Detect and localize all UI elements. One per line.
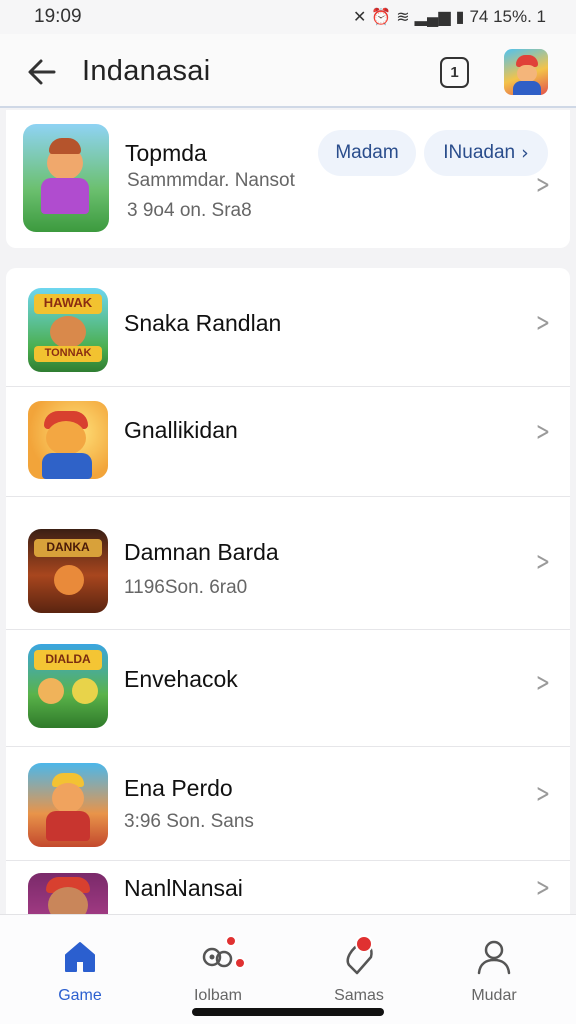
game-name: Topmda bbox=[125, 140, 207, 166]
madam-chip[interactable]: Madam bbox=[318, 130, 416, 176]
game-name: Damnan Barda bbox=[124, 539, 279, 565]
list-item[interactable]: Ena Perdo 3:96 Son. Sans > bbox=[6, 747, 570, 860]
icon-banner-text-bottom: TONNAK bbox=[44, 347, 92, 359]
chevron-right-icon: > bbox=[535, 547, 550, 577]
game-icon bbox=[28, 763, 108, 847]
battery-icon: ▮ bbox=[455, 9, 465, 26]
notification-badge bbox=[355, 935, 373, 953]
featured-game-card[interactable]: Topmda Sammmdar. Nansot 3 9o4 on. Sra8 M… bbox=[6, 110, 570, 248]
notification-badge bbox=[225, 935, 237, 947]
status-icons: ✕ ⏰ ≋ ▂▄▆ ▮ 74 15%. 1 bbox=[353, 7, 546, 27]
back-button[interactable] bbox=[22, 52, 62, 92]
nav-item-mudar[interactable]: Mudar bbox=[422, 915, 566, 1024]
home-icon bbox=[65, 942, 95, 972]
list-item[interactable]: DANKA Damnan Barda 1196Son. 6ra0 > bbox=[6, 497, 570, 629]
icon-banner-text: DANKA bbox=[46, 540, 90, 554]
game-name: Snaka Randlan bbox=[124, 310, 282, 336]
game-name: Gnallikidan bbox=[124, 417, 238, 443]
game-name: NanlNansai bbox=[124, 875, 243, 901]
nav-label: Game bbox=[58, 987, 102, 1004]
chevron-right-icon: > bbox=[535, 308, 550, 338]
status-time: 19:09 bbox=[34, 6, 82, 27]
signal-icon: ▂▄▆ bbox=[414, 9, 451, 26]
inuadan-chip-label: INuadan bbox=[443, 142, 516, 163]
app-bar: Indanasai 1 bbox=[0, 34, 576, 108]
alarm-icon: ⏰ bbox=[371, 9, 392, 26]
icon-banner-text: DIALDA bbox=[45, 652, 91, 666]
chevron-right-icon: > bbox=[535, 873, 550, 903]
wifi-icon: ≋ bbox=[396, 9, 410, 26]
game-meta: 1196Son. 6ra0 bbox=[124, 577, 248, 598]
chevron-right-icon: › bbox=[521, 142, 529, 164]
tabs-counter-button[interactable]: 1 bbox=[440, 57, 469, 88]
game-icon bbox=[28, 873, 108, 914]
game-name: Ena Perdo bbox=[124, 775, 233, 801]
nav-label: Mudar bbox=[471, 987, 517, 1004]
game-meta: 3:96 Son. Sans bbox=[124, 811, 254, 832]
list-item[interactable]: DIALDA Envehacok > bbox=[6, 630, 570, 746]
inuadan-chip[interactable]: INuadan › bbox=[424, 130, 548, 176]
chevron-right-icon: > bbox=[535, 170, 550, 200]
game-meta: 3 9o4 on. Sra8 bbox=[127, 200, 252, 221]
game-icon bbox=[28, 401, 108, 479]
nfc-icon: ✕ bbox=[352, 9, 367, 26]
game-icon: HAWAK TONNAK bbox=[28, 288, 108, 372]
nav-label: Iolbam bbox=[193, 987, 243, 1004]
chevron-right-icon: > bbox=[535, 668, 550, 698]
chevron-right-icon: > bbox=[535, 417, 550, 447]
chevron-right-icon: > bbox=[535, 779, 550, 809]
arrow-left-icon bbox=[28, 59, 56, 85]
game-icon-topmda bbox=[23, 124, 109, 232]
home-indicator[interactable] bbox=[192, 1008, 384, 1016]
list-item[interactable]: Gnallikidan > bbox=[6, 387, 570, 495]
notification-badge bbox=[234, 957, 246, 969]
game-icon: DANKA bbox=[28, 529, 108, 613]
icon-banner-text: HAWAK bbox=[43, 295, 93, 310]
person-icon bbox=[477, 940, 511, 975]
status-bar: 19:09 ✕ ⏰ ≋ ▂▄▆ ▮ 74 15%. 1 bbox=[0, 0, 576, 34]
battery-text: 74 15%. 1 bbox=[469, 7, 546, 26]
game-subtitle: Sammmdar. Nansot bbox=[127, 170, 295, 191]
game-name: Envehacok bbox=[124, 666, 238, 692]
nav-item-game[interactable]: Game bbox=[8, 915, 152, 1024]
nav-label: Samas bbox=[334, 987, 384, 1004]
avatar[interactable] bbox=[504, 49, 548, 95]
page-title: Indanasai bbox=[82, 55, 211, 87]
list-item[interactable]: NanlNansai > bbox=[6, 861, 570, 914]
list-item[interactable]: HAWAK TONNAK Snaka Randlan > bbox=[6, 268, 570, 386]
game-icon: DIALDA bbox=[28, 644, 108, 728]
game-list: HAWAK TONNAK Snaka Randlan > Gnallikidan… bbox=[6, 268, 570, 914]
